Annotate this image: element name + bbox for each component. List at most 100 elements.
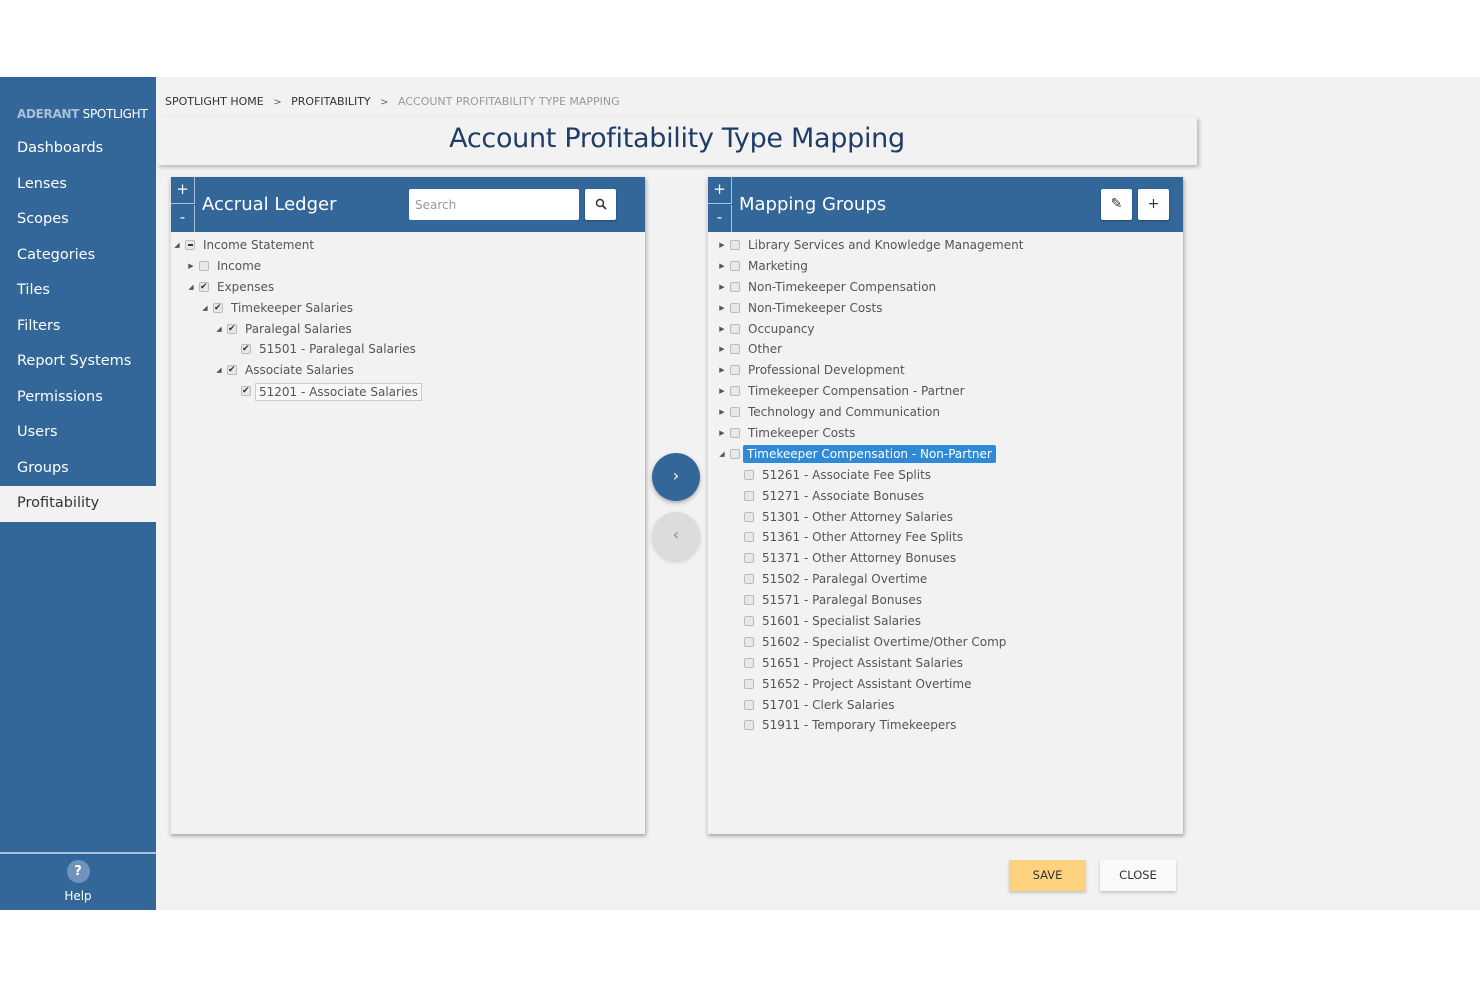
node-checkbox[interactable] (241, 339, 251, 360)
node-label[interactable]: 51602 - Specialist Overtime/Other Comp (762, 632, 1006, 653)
node-checkbox[interactable] (744, 511, 754, 522)
expand-node-icon[interactable]: ▶ (717, 360, 727, 381)
collapse-all-button[interactable]: - (708, 205, 732, 232)
expand-node-icon[interactable]: ▶ (717, 298, 727, 319)
node-checkbox[interactable] (199, 260, 209, 271)
node-label[interactable]: Paralegal Salaries (245, 319, 352, 340)
node-checkbox[interactable] (730, 428, 740, 439)
expand-node-icon[interactable]: ▶ (717, 235, 727, 256)
node-checkbox[interactable] (185, 240, 195, 250)
expand-node-icon[interactable]: ▶ (717, 277, 727, 298)
node-label[interactable]: 51651 - Project Assistant Salaries (762, 653, 963, 674)
breadcrumb-spotlight-home[interactable]: SPOTLIGHT HOME (165, 95, 264, 108)
sidebar-item-categories[interactable]: Categories (0, 238, 156, 274)
node-label[interactable]: Library Services and Knowledge Managemen… (748, 235, 1023, 256)
collapse-node-icon[interactable]: ◢ (717, 444, 727, 465)
node-label[interactable]: 51201 - Associate Salaries (255, 383, 422, 402)
node-checkbox[interactable] (744, 595, 754, 606)
expand-node-icon[interactable]: ▶ (717, 256, 727, 277)
node-label[interactable]: Expenses (217, 277, 274, 298)
sidebar-item-dashboards[interactable]: Dashboards (0, 131, 156, 167)
node-label[interactable]: Non-Timekeeper Costs (748, 298, 882, 319)
node-checkbox[interactable] (730, 344, 740, 355)
node-label[interactable]: 51371 - Other Attorney Bonuses (762, 548, 956, 569)
node-checkbox[interactable] (730, 365, 740, 376)
node-checkbox[interactable] (744, 636, 754, 647)
move-right-button[interactable]: › (652, 453, 700, 501)
sidebar-item-permissions[interactable]: Permissions (0, 380, 156, 416)
node-checkbox[interactable] (744, 616, 754, 627)
help-button[interactable]: ? Help (0, 860, 156, 903)
node-label[interactable]: 51571 - Paralegal Bonuses (762, 590, 922, 611)
sidebar-item-tiles[interactable]: Tiles (0, 273, 156, 309)
expand-node-icon[interactable]: ▶ (186, 256, 196, 277)
search-input[interactable] (409, 189, 579, 220)
node-checkbox[interactable] (744, 678, 754, 689)
sidebar-item-groups[interactable]: Groups (0, 451, 156, 487)
node-checkbox[interactable] (744, 490, 754, 501)
expand-node-icon[interactable]: ▶ (717, 402, 727, 423)
node-label[interactable]: 51911 - Temporary Timekeepers (762, 715, 956, 736)
node-checkbox[interactable] (744, 574, 754, 585)
edit-group-button[interactable]: ✎ (1101, 189, 1132, 220)
collapse-node-icon[interactable]: ◢ (200, 298, 210, 319)
node-label[interactable]: 51601 - Specialist Salaries (762, 611, 921, 632)
node-label[interactable]: Technology and Communication (748, 402, 940, 423)
node-checkbox[interactable] (213, 298, 223, 319)
node-checkbox[interactable] (744, 657, 754, 668)
collapse-node-icon[interactable]: ◢ (214, 319, 224, 340)
collapse-node-icon[interactable]: ◢ (172, 235, 182, 256)
node-checkbox[interactable] (744, 469, 754, 480)
node-checkbox[interactable] (730, 448, 740, 459)
sidebar-item-scopes[interactable]: Scopes (0, 202, 156, 238)
search-button[interactable] (585, 189, 616, 220)
sidebar-item-users[interactable]: Users (0, 415, 156, 451)
node-label[interactable]: Associate Salaries (245, 360, 354, 381)
close-button[interactable]: CLOSE (1100, 860, 1176, 891)
save-button[interactable]: SAVE (1009, 860, 1086, 891)
node-label[interactable]: Other (748, 339, 782, 360)
node-checkbox[interactable] (730, 302, 740, 313)
sidebar-item-profitability[interactable]: Profitability (0, 486, 156, 522)
node-checkbox[interactable] (730, 386, 740, 397)
sidebar-item-lenses[interactable]: Lenses (0, 167, 156, 203)
node-checkbox[interactable] (730, 260, 740, 271)
node-checkbox[interactable] (227, 319, 237, 339)
node-checkbox[interactable] (730, 240, 740, 250)
node-checkbox[interactable] (730, 323, 740, 334)
collapse-node-icon[interactable]: ◢ (214, 360, 224, 381)
node-label[interactable]: 51652 - Project Assistant Overtime (762, 674, 971, 695)
expand-node-icon[interactable]: ▶ (717, 319, 727, 340)
expand-node-icon[interactable]: ▶ (717, 381, 727, 402)
collapse-all-button[interactable]: - (171, 205, 195, 232)
node-checkbox[interactable] (744, 553, 754, 564)
node-checkbox[interactable] (744, 720, 754, 731)
node-checkbox[interactable] (730, 281, 740, 292)
node-label[interactable]: Marketing (748, 256, 808, 277)
expand-node-icon[interactable]: ▶ (717, 423, 727, 444)
node-checkbox[interactable] (241, 381, 251, 402)
node-label[interactable]: 51361 - Other Attorney Fee Splits (762, 527, 963, 548)
node-label[interactable]: 51701 - Clerk Salaries (762, 695, 895, 716)
expand-all-button[interactable]: + (708, 177, 732, 204)
node-label[interactable]: Professional Development (748, 360, 905, 381)
node-label[interactable]: Timekeeper Costs (748, 423, 855, 444)
node-checkbox[interactable] (744, 532, 754, 543)
move-left-button[interactable]: ‹ (652, 512, 700, 560)
node-checkbox[interactable] (199, 277, 209, 298)
node-label[interactable]: Timekeeper Compensation - Non-Partner (743, 444, 996, 463)
node-label[interactable]: 51502 - Paralegal Overtime (762, 569, 927, 590)
node-label[interactable]: 51271 - Associate Bonuses (762, 486, 924, 507)
node-label[interactable]: Timekeeper Salaries (231, 298, 353, 319)
expand-node-icon[interactable]: ▶ (717, 339, 727, 360)
sidebar-item-filters[interactable]: Filters (0, 309, 156, 345)
node-label[interactable]: 51501 - Paralegal Salaries (259, 339, 416, 360)
node-label[interactable]: Non-Timekeeper Compensation (748, 277, 936, 298)
node-label[interactable]: Occupancy (748, 319, 815, 340)
node-label[interactable]: Timekeeper Compensation - Partner (748, 381, 965, 402)
node-label[interactable]: 51261 - Associate Fee Splits (762, 465, 931, 486)
collapse-node-icon[interactable]: ◢ (186, 277, 196, 298)
sidebar-item-report-systems[interactable]: Report Systems (0, 344, 156, 380)
node-label[interactable]: Income Statement (203, 235, 314, 256)
node-label[interactable]: Income (217, 256, 261, 277)
